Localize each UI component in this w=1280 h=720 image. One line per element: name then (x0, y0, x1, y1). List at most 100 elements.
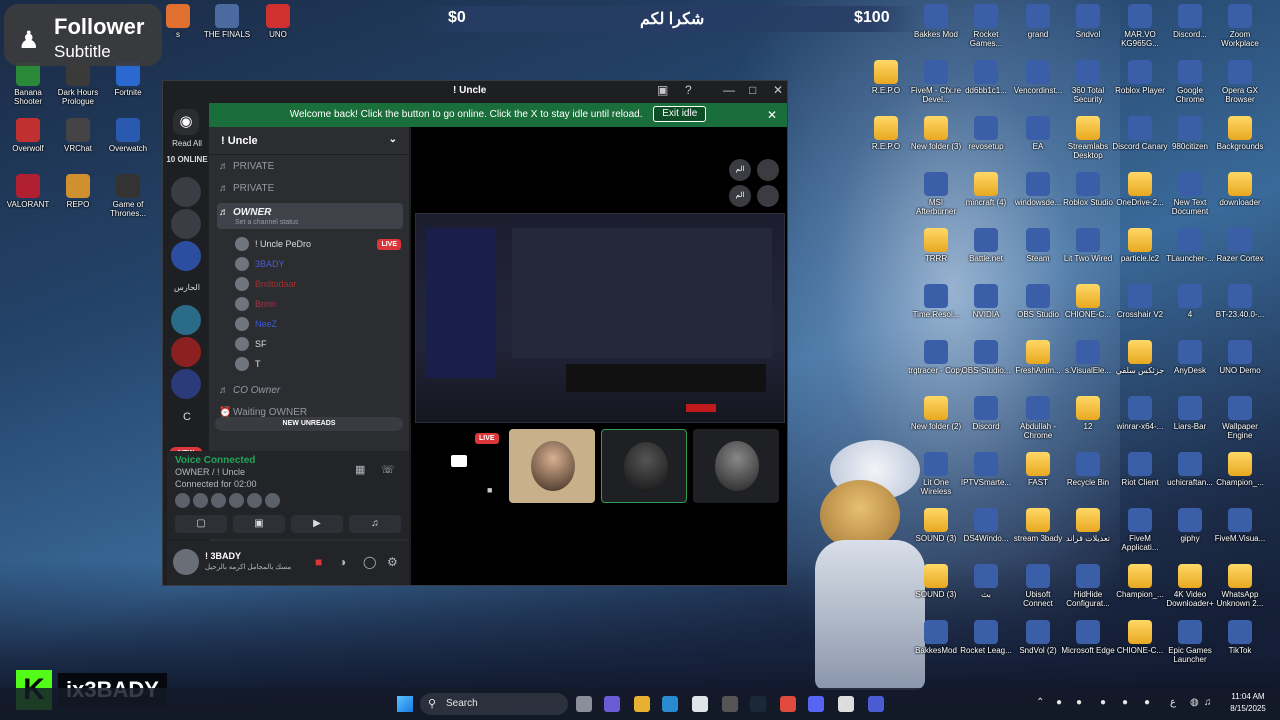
minimize-button[interactable]: — (723, 83, 735, 97)
desktop-icon[interactable]: CHIONE-C... (1060, 284, 1116, 340)
desktop-icon[interactable]: Rocket Games... (958, 4, 1014, 60)
desktop-icon[interactable]: 12 (1060, 396, 1116, 452)
avatar[interactable] (757, 185, 779, 207)
desktop-icon[interactable]: SOUND (3) (908, 564, 964, 620)
desktop-icon[interactable]: Microsoft Edge (1060, 620, 1116, 676)
voice-connected-label[interactable]: Voice Connected (175, 455, 255, 466)
mini-avatar[interactable]: الم (729, 185, 751, 207)
desktop-icon[interactable]: dd6bb1c1... (958, 60, 1014, 116)
desktop-icon[interactable]: Overwolf (0, 118, 56, 174)
mute-icon[interactable]: ■ (487, 485, 492, 495)
desktop-icon[interactable]: 980citizen (1162, 116, 1218, 172)
desktop-icon[interactable]: Wallpaper Engine (1212, 396, 1268, 452)
stream-off-icon[interactable]: ■ (315, 555, 322, 569)
desktop-icon[interactable]: Discord... (1162, 4, 1218, 60)
desktop-icon[interactable]: Google Chrome (1162, 60, 1218, 116)
desktop-icon[interactable]: 4 (1162, 284, 1218, 340)
guild-header[interactable]: ! Uncle ⌄ (209, 127, 409, 155)
microphone-icon[interactable]: ◑ (339, 555, 346, 569)
tray-icon[interactable]: ● (1144, 697, 1150, 708)
desktop-icon[interactable]: IPTVSmarte... (958, 452, 1014, 508)
camera-off-button[interactable]: ▢ (175, 515, 227, 533)
desktop-icon[interactable]: Lit Two Wired (1060, 228, 1116, 284)
desktop-icon[interactable]: New folder (2) (908, 396, 964, 452)
soundboard-button[interactable]: ♫ (349, 515, 401, 533)
desktop-icon[interactable]: New folder (3) (908, 116, 964, 172)
server-icon-2[interactable] (171, 209, 201, 239)
voice-user[interactable]: ! Uncle PeDro LIVE (235, 235, 405, 253)
desktop-icon[interactable]: 4K Video Downloader+ (1162, 564, 1218, 620)
desktop-icon[interactable]: Discord Canary (1112, 116, 1168, 172)
desktop-icon[interactable]: Roblox Player (1112, 60, 1168, 116)
desktop-icon[interactable]: Steam (1010, 228, 1066, 284)
desktop-icon[interactable]: windowsde... (1010, 172, 1066, 228)
steam-icon[interactable] (750, 696, 766, 712)
avatar[interactable] (175, 493, 190, 508)
discord-home-icon[interactable]: ◉ (173, 109, 199, 135)
desktop-icon[interactable]: TLauncher-... (1162, 228, 1218, 284)
participant-tile[interactable] (601, 429, 687, 503)
server-icon-1[interactable] (171, 177, 201, 207)
desktop-icon[interactable]: Roblox Studio (1060, 172, 1116, 228)
desktop-icon[interactable]: SOUND (3) (908, 508, 964, 564)
desktop-icon[interactable]: TikTok (1212, 620, 1268, 676)
desktop-icon[interactable]: winrar-x64-... (1112, 396, 1168, 452)
voice-user[interactable]: T (235, 355, 405, 373)
desktop-icon[interactable]: mincraft (4) (958, 172, 1014, 228)
desktop-icon[interactable]: UNO Demo (1212, 340, 1268, 396)
desktop-icon[interactable]: R.E.P.O (858, 116, 914, 172)
desktop-icon[interactable]: Overwatch (100, 118, 156, 174)
share-screen-button[interactable]: ▣ (233, 515, 285, 533)
desktop-icon[interactable]: REPO (50, 174, 106, 230)
disconnect-icon[interactable]: ☏ (381, 463, 395, 476)
desktop-icon[interactable]: MAR.VO KG965G... (1112, 4, 1168, 60)
copilot-icon[interactable] (604, 696, 620, 712)
avatar[interactable] (211, 493, 226, 508)
desktop-icon[interactable]: Vencordinst... (1010, 60, 1066, 116)
input-language[interactable]: ع (1170, 697, 1176, 708)
desktop-icon[interactable]: Champion_... (1112, 564, 1168, 620)
desktop-icon[interactable]: giphy (1162, 508, 1218, 564)
tray-chevron-up-icon[interactable]: ⌃ (1036, 697, 1044, 708)
settings-gear-icon[interactable]: ⚙ (387, 555, 398, 569)
desktop-icon[interactable]: OBS-Studio... (958, 340, 1014, 396)
server-icon-3[interactable] (171, 241, 201, 271)
channel-private-1[interactable]: ♬ PRIVATE (217, 157, 403, 177)
avatar[interactable] (173, 549, 199, 575)
tray-icon[interactable]: ● (1100, 697, 1106, 708)
mini-avatar[interactable]: الم (729, 159, 751, 181)
inbox-icon[interactable]: ▣ (657, 83, 668, 97)
desktop-icon[interactable]: R.E.P.O (858, 60, 914, 116)
channel-private-2[interactable]: ♬ PRIVATE (217, 179, 403, 199)
desktop-icon[interactable]: Streamlabs Desktop (1060, 116, 1116, 172)
volume-icon[interactable]: ♫ (1204, 697, 1212, 708)
voice-user[interactable]: NeeZ (235, 315, 405, 333)
close-banner-icon[interactable]: ✕ (767, 103, 777, 127)
server-icon-6[interactable] (171, 369, 201, 399)
desktop-icon[interactable]: AnyDesk (1162, 340, 1218, 396)
voice-user[interactable]: 3BADY (235, 255, 405, 273)
desktop-icon[interactable]: جزئكس سلفي (1112, 340, 1168, 396)
desktop-icon[interactable]: Opera GX Browser (1212, 60, 1268, 116)
desktop-icon[interactable]: downloader (1212, 172, 1268, 228)
desktop-icon[interactable]: UNO (250, 4, 306, 60)
desktop-icon[interactable]: VRChat (50, 118, 106, 174)
desktop-icon[interactable]: Champion_... (1212, 452, 1268, 508)
participant-tile[interactable] (509, 429, 595, 503)
desktop-icon[interactable]: revosetup (958, 116, 1014, 172)
network-icon[interactable]: ◍ (1190, 697, 1199, 708)
chrome-icon[interactable] (780, 696, 796, 712)
voice-user[interactable]: Bnnn (235, 295, 405, 313)
desktop-icon[interactable]: VALORANT (0, 174, 56, 230)
desktop-icon[interactable]: Banana Shooter (0, 62, 56, 118)
tray-icon[interactable]: ● (1056, 697, 1062, 708)
voice-user[interactable]: SF (235, 335, 405, 353)
participant-tile[interactable] (693, 429, 779, 503)
activity-button[interactable]: ▶ (291, 515, 343, 533)
read-all-button[interactable]: Read All (165, 139, 209, 148)
server-icon-4[interactable] (171, 305, 201, 335)
server-label-guard[interactable]: الحارس (165, 283, 209, 292)
desktop-icon[interactable]: Sndvol (1060, 4, 1116, 60)
desktop-icon[interactable]: FiveM Applicati... (1112, 508, 1168, 564)
avatar[interactable] (193, 493, 208, 508)
